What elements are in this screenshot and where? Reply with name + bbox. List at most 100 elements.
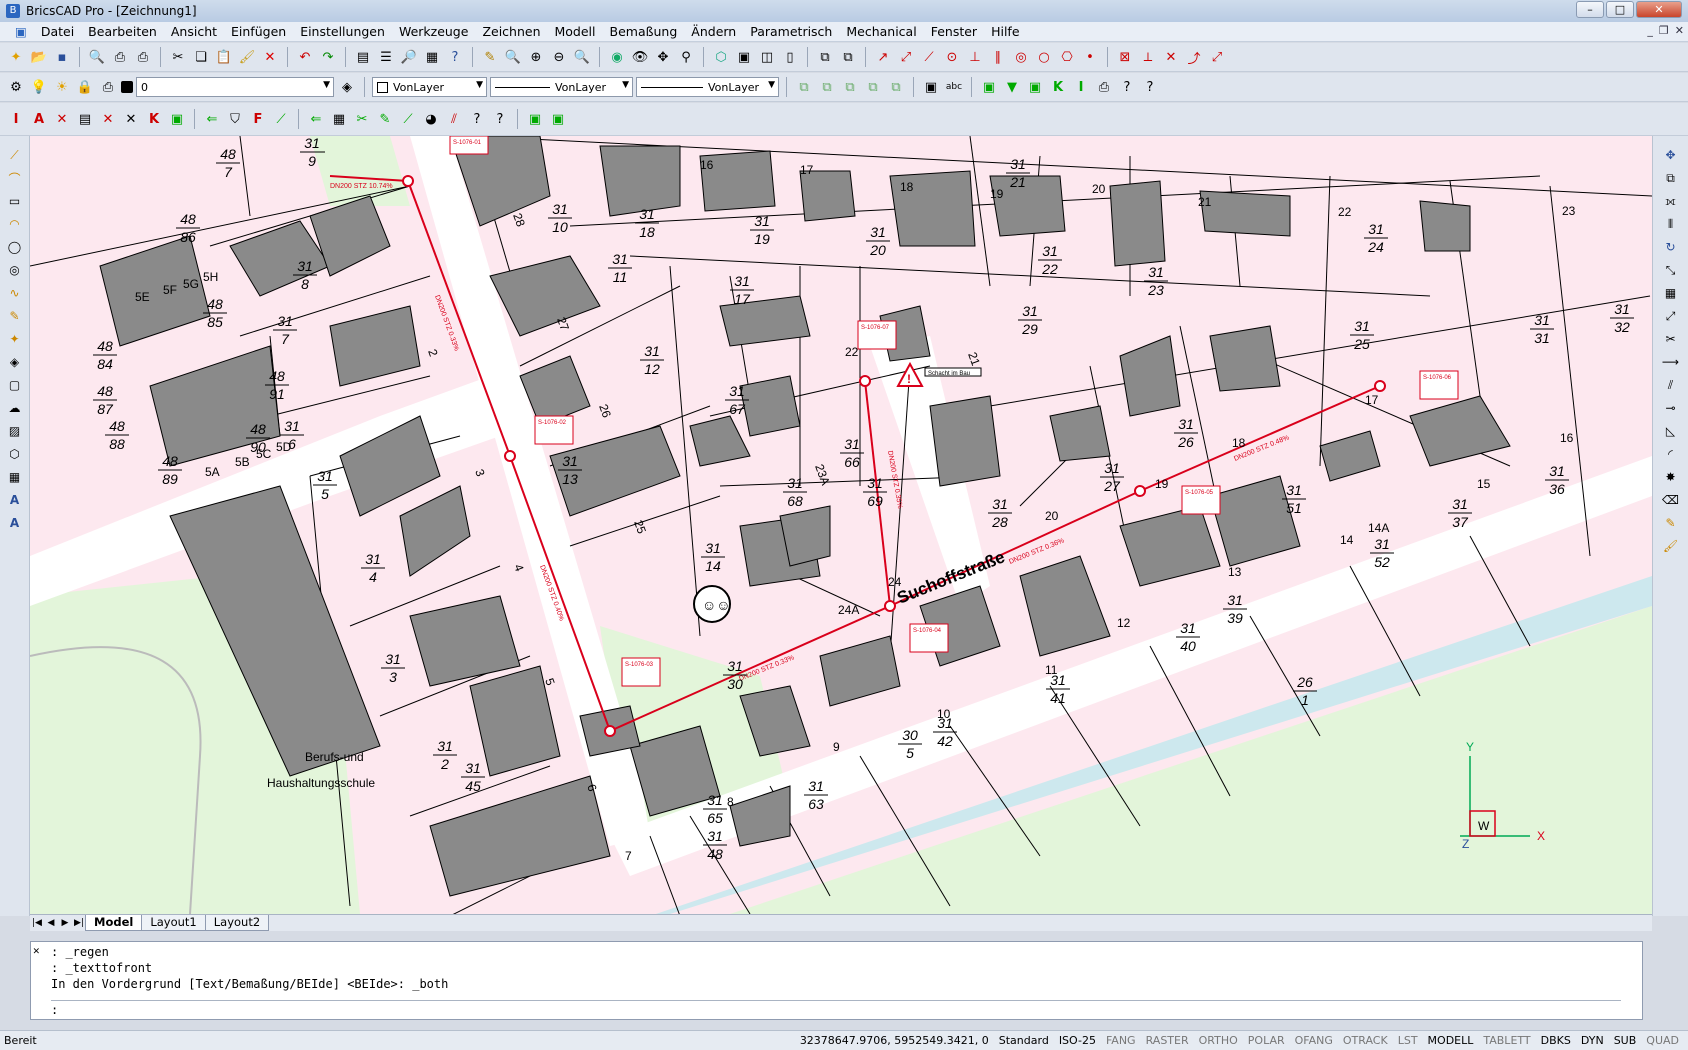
layer-state-icon[interactable]: ◈ [337, 77, 357, 97]
matchprop-icon[interactable]: 🖌 [237, 47, 257, 67]
tool-f-icon[interactable]: F [248, 109, 268, 129]
stretch-icon[interactable]: ⤢ [1662, 307, 1680, 325]
layer-combo[interactable]: 0 ▼ [136, 77, 334, 97]
status-style[interactable]: Standard [994, 1034, 1054, 1047]
spline-icon[interactable]: ∿ [6, 284, 24, 302]
rotate-icon[interactable]: ↻ [1662, 238, 1680, 256]
tab-model[interactable]: Model [85, 915, 143, 931]
toggle-polar[interactable]: POLAR [1243, 1034, 1290, 1047]
content-icon[interactable]: ▦ [422, 47, 442, 67]
toggle-lst[interactable]: LST [1393, 1034, 1423, 1047]
tool-help2-icon[interactable]: ? [490, 109, 510, 129]
tool-cut-icon[interactable]: ✂ [352, 109, 372, 129]
open-icon[interactable]: 📂 [29, 47, 49, 67]
erase-icon[interactable]: ⌫ [1662, 491, 1680, 509]
abc-icon[interactable]: abc [944, 77, 964, 97]
tool-table-icon[interactable]: ▤ [75, 109, 95, 129]
tool-line-icon[interactable]: ⟋ [271, 109, 291, 129]
menu-ansicht[interactable]: Ansicht [164, 24, 224, 39]
zoom-in-icon[interactable]: ⊕ [526, 47, 546, 67]
box-icon[interactable]: ⬡ [711, 47, 731, 67]
menu-parametrisch[interactable]: Parametrisch [743, 24, 839, 39]
snap-perp-icon[interactable]: ⟂ [1138, 47, 1158, 67]
pan-icon[interactable]: ✥ [653, 47, 673, 67]
page-icon[interactable]: ▯ [780, 47, 800, 67]
toggle-sub[interactable]: SUB [1609, 1034, 1642, 1047]
extend-icon[interactable]: ⟶ [1662, 353, 1680, 371]
move-icon[interactable]: ✥ [1662, 146, 1680, 164]
map-print-icon[interactable]: ⎙ [1094, 77, 1114, 97]
snap-quadrant-icon[interactable]: ◎ [1011, 47, 1031, 67]
menu-zeichnen[interactable]: Zeichnen [475, 24, 547, 39]
tab-layout2[interactable]: Layout2 [204, 915, 270, 931]
tool-h-icon[interactable]: ▣ [167, 109, 187, 129]
tool-shield-icon[interactable]: ⛉ [225, 109, 245, 129]
pencil-icon[interactable]: ✎ [480, 47, 500, 67]
close-button[interactable]: ✕ [1636, 1, 1682, 18]
group-sel-icon[interactable]: ⧉ [863, 77, 883, 97]
tool-x2-icon[interactable]: ✕ [121, 109, 141, 129]
snap-endpoint-icon[interactable]: ⤢ [896, 47, 916, 67]
boundary-icon[interactable]: ⬡ [6, 445, 24, 463]
orbit-icon[interactable]: ◉ [607, 47, 627, 67]
sun-icon[interactable]: ☀ [52, 77, 72, 97]
chamfer-icon[interactable]: ◺ [1662, 422, 1680, 440]
tool-s-icon[interactable]: ▣ [548, 109, 568, 129]
scale-icon[interactable]: ⤡ [1662, 261, 1680, 279]
zoom-out-icon[interactable]: ⊖ [549, 47, 569, 67]
snap-parallel-icon[interactable]: ∥ [988, 47, 1008, 67]
toggle-ortho[interactable]: ORTHO [1194, 1034, 1243, 1047]
offset-icon[interactable]: ⫴ [1662, 215, 1680, 233]
map-icon-3[interactable]: ▣ [1025, 77, 1045, 97]
snap-center-icon[interactable]: ⊙ [942, 47, 962, 67]
mtext-icon[interactable]: A [6, 514, 24, 532]
toggle-tablett[interactable]: TABLETT [1478, 1034, 1535, 1047]
tool-x-icon[interactable]: ✕ [52, 109, 72, 129]
toggle-quad[interactable]: QUAD [1641, 1034, 1684, 1047]
menu-hilfe[interactable]: Hilfe [984, 24, 1026, 39]
toggle-dbks[interactable]: DBKS [1536, 1034, 1576, 1047]
map-k-icon[interactable]: K [1048, 77, 1068, 97]
print-icon[interactable]: ⎙ [110, 47, 130, 67]
lineweight-combo[interactable]: VonLayer ▼ [636, 77, 779, 97]
toggle-modell[interactable]: MODELL [1423, 1034, 1479, 1047]
tab-next-icon[interactable]: ▶ [58, 918, 72, 928]
hatch-icon[interactable]: ▨ [6, 422, 24, 440]
tool-i-icon[interactable]: I [6, 109, 26, 129]
properties-icon[interactable]: ▤ [353, 47, 373, 67]
drawing-canvas[interactable]: S-1076-01 S-1076-02 S-1076-03 S-1076-04 … [30, 136, 1652, 914]
tool-cross-icon[interactable]: ✕ [98, 109, 118, 129]
array-icon[interactable]: ▦ [1662, 284, 1680, 302]
tool-fill-icon[interactable]: ◕ [421, 109, 441, 129]
tool-back-icon[interactable]: ⇐ [306, 109, 326, 129]
copy-obj-icon[interactable]: ⧉ [1662, 169, 1680, 187]
point-icon[interactable]: ✦ [6, 330, 24, 348]
join-icon[interactable]: ⊸ [1662, 399, 1680, 417]
menu-fenster[interactable]: Fenster [924, 24, 984, 39]
explorer-icon[interactable]: 🔎 [399, 47, 419, 67]
map-icon-1[interactable]: ▣ [979, 77, 999, 97]
zoom-realtime-icon[interactable]: 🔍 [503, 47, 523, 67]
view-icon[interactable]: 👁 [630, 47, 650, 67]
menu-modell[interactable]: Modell [548, 24, 603, 39]
tab-first-icon[interactable]: |◀ [30, 918, 44, 928]
toggle-raster[interactable]: RASTER [1141, 1034, 1194, 1047]
mdi-restore-icon[interactable]: ❐ [1659, 24, 1669, 37]
map-icon-2[interactable]: ▼ [1002, 77, 1022, 97]
tab-layout1[interactable]: Layout1 [141, 915, 206, 931]
map-help2-icon[interactable]: ? [1140, 77, 1160, 97]
wipeout-icon[interactable]: ▢ [6, 376, 24, 394]
maximize-button[interactable]: □ [1606, 1, 1634, 18]
map-help-icon[interactable]: ? [1117, 77, 1137, 97]
lock-icon[interactable]: 🔒 [75, 77, 95, 97]
polyline-icon[interactable]: ⌒ [6, 169, 24, 187]
menu-mechanical[interactable]: Mechanical [839, 24, 923, 39]
tool-hatch-icon[interactable]: ⫽ [444, 109, 464, 129]
line-icon[interactable]: ⟋ [6, 146, 24, 164]
snap-clear-icon[interactable]: ✕ [1161, 47, 1181, 67]
snap-near-icon[interactable]: • [1080, 47, 1100, 67]
menu-werkzeuge[interactable]: Werkzeuge [392, 24, 476, 39]
menu-einstellungen[interactable]: Einstellungen [293, 24, 392, 39]
rectangle-icon[interactable]: ▭ [6, 192, 24, 210]
menu-einfuegen[interactable]: Einfügen [224, 24, 293, 39]
